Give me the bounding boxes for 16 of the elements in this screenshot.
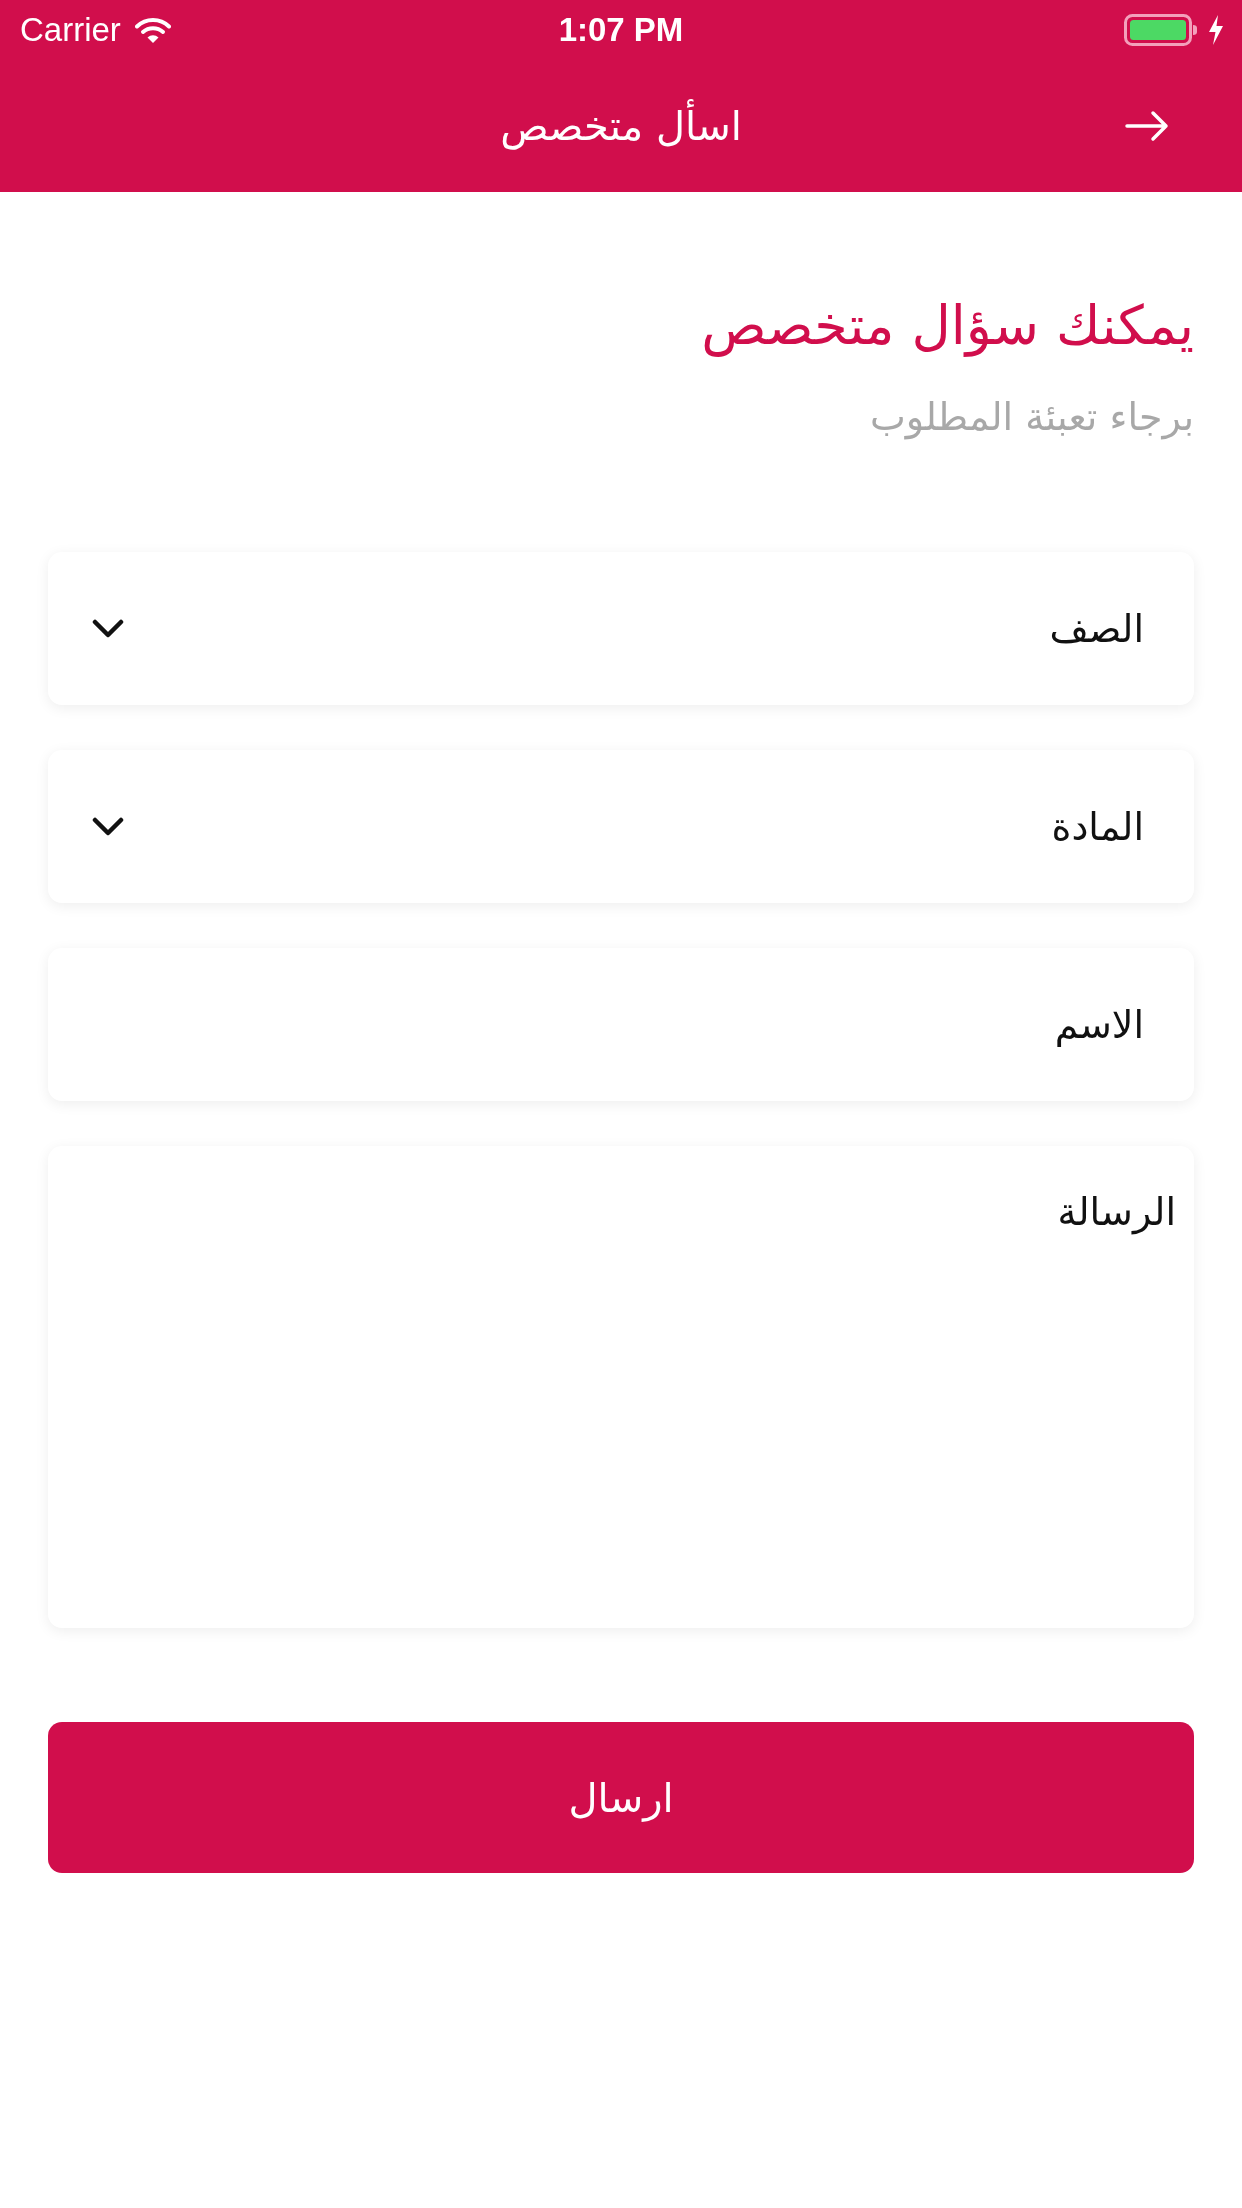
dropdown-field[interactable]: المادة (48, 750, 1194, 903)
screen-title: اسأل متخصص (500, 98, 742, 154)
chevron-down-icon (92, 816, 124, 837)
chevron-down-icon (92, 618, 124, 639)
name-input-field[interactable]: الاسم (48, 948, 1194, 1101)
back-arrow-icon[interactable] (1124, 110, 1170, 142)
dropdown-field[interactable]: الصف (48, 552, 1194, 705)
status-time: 1:07 PM (558, 10, 684, 50)
message-field[interactable]: الرسالة (48, 1146, 1194, 1628)
carrier-name: Carrier (20, 10, 121, 50)
charging-bolt-icon (1208, 15, 1224, 45)
battery-icon (1124, 14, 1198, 46)
send-button[interactable]: ارسال (48, 1722, 1194, 1873)
form-subheading: برجاء تعبئة المطلوب (869, 394, 1194, 442)
wifi-icon (134, 17, 171, 43)
form-heading: يمكنك سؤال متخصص (701, 293, 1194, 359)
